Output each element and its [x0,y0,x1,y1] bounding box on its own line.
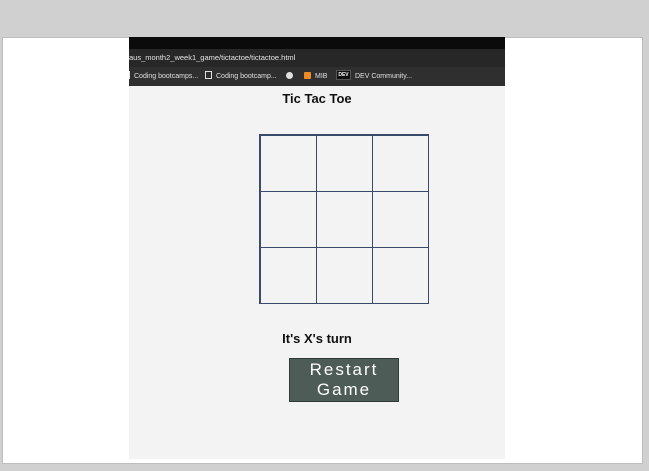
board-cell[interactable] [371,246,429,304]
board-cell[interactable] [259,134,317,192]
board-cell[interactable] [371,134,429,192]
bookmark-globe[interactable] [286,67,297,86]
bookmark-mib[interactable]: MIB [304,67,327,86]
title-strip [129,37,505,49]
board-cell[interactable] [315,246,373,304]
document-icon [129,71,130,80]
address-text: aus_month2_week1_game/tictactoe/tictacto… [129,53,296,62]
dev-logo-icon: DEV [336,70,351,81]
turn-status: It's X's turn [282,331,352,346]
game-title: Tic Tac Toe [282,91,352,106]
browser-capture: aus_month2_week1_game/tictactoe/tictacto… [129,37,505,459]
bookmark-coding-bootcamp-2[interactable]: Coding bootcamp... [205,67,277,86]
address-bar[interactable]: aus_month2_week1_game/tictactoe/tictacto… [129,49,505,67]
restart-label-line1: Restart [309,360,379,379]
bookmark-label: Coding bootcamp... [216,73,277,80]
bookmark-label: MIB [315,73,328,80]
bookmark-label: Coding bootcamps... [134,73,199,80]
restart-label-line2: Game [316,380,372,399]
board-cell[interactable] [371,190,429,248]
bookmark-coding-bootcamps-1[interactable]: Coding bootcamps... [129,67,198,86]
orange-bookmark-icon [304,71,311,79]
restart-game-button[interactable]: Restart Game [289,358,399,402]
board-cell[interactable] [315,134,373,192]
board-cell[interactable] [315,190,373,248]
image-viewer: aus_month2_week1_game/tictactoe/tictacto… [0,0,649,471]
board-cell[interactable] [259,246,317,304]
bookmark-label: DEV Community... [355,73,413,80]
game-board [259,134,429,304]
bookmarks-bar: Coding bootcamps... Coding bootcamp... M… [129,67,505,86]
globe-icon [286,71,293,79]
bookmark-dev-community[interactable]: DEV DEV Community... [336,67,412,86]
notion-icon [205,71,212,80]
board-cell[interactable] [259,190,317,248]
